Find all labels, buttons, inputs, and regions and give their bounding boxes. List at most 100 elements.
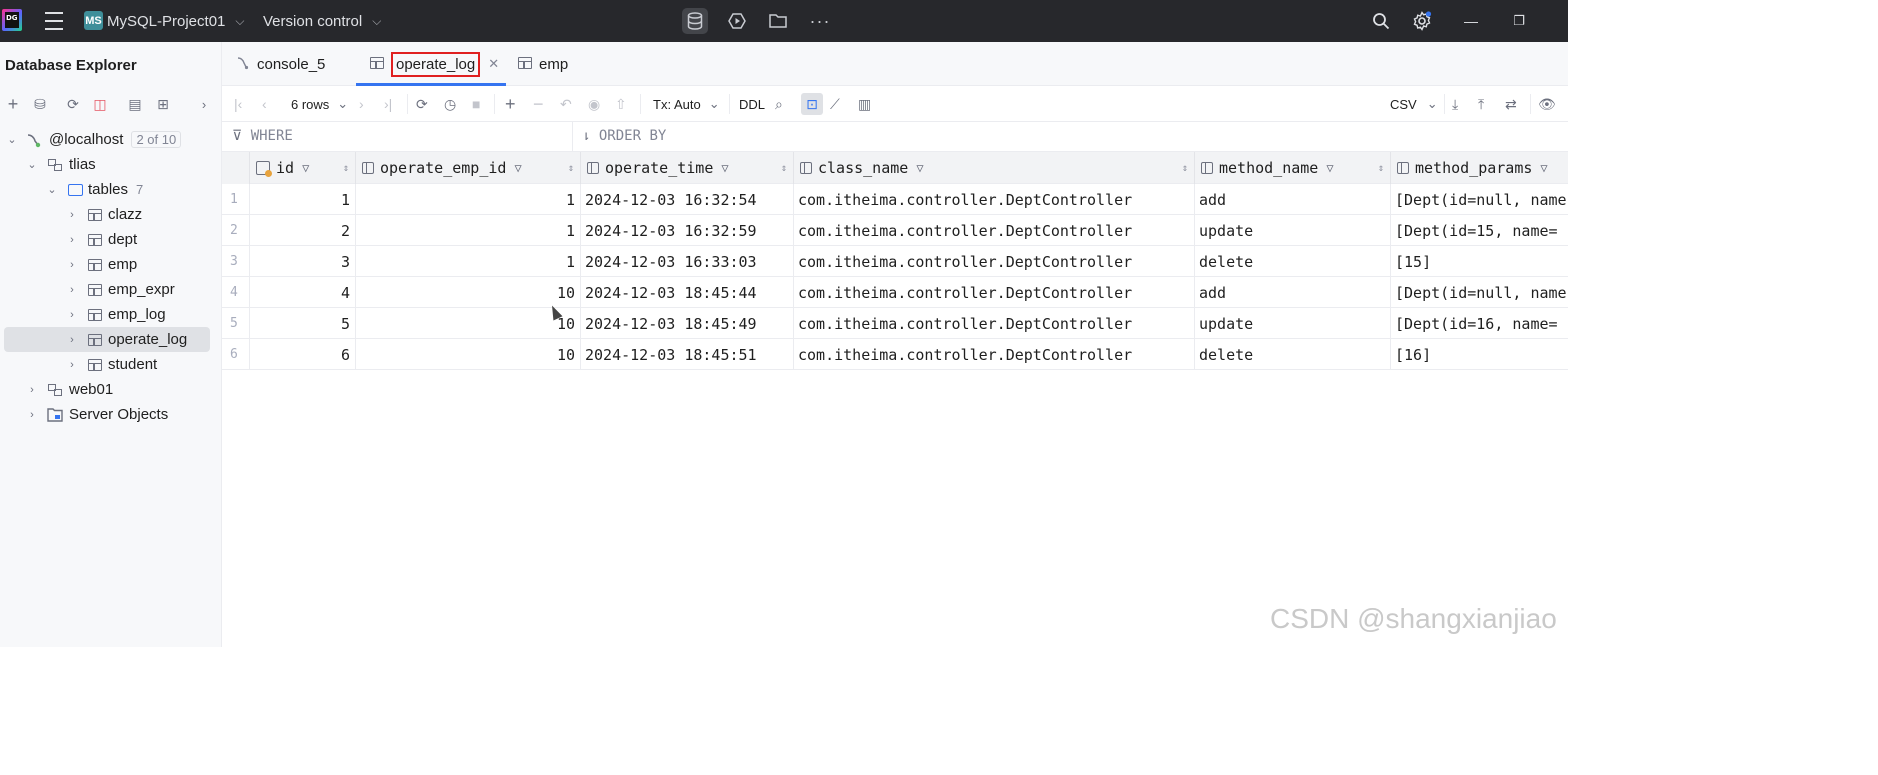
console-icon[interactable]: ▤ <box>125 94 145 114</box>
compare-icon[interactable]: ⇄ <box>1505 93 1517 115</box>
sort-icon[interactable]: ⇕ <box>343 163 349 174</box>
table-row[interactable]: 6 6 10 2024-12-03 18:45:51 com.itheima.c… <box>222 339 1568 370</box>
chevron-right-icon[interactable]: › <box>66 334 78 346</box>
minimize-icon[interactable]: — <box>1460 10 1482 32</box>
filter-view-icon[interactable]: ⊡ <box>801 93 823 115</box>
database-icon[interactable] <box>682 8 708 34</box>
cell-operate-time[interactable]: 2024-12-03 18:45:49 <box>581 308 794 339</box>
history-icon[interactable]: ◷ <box>444 93 456 115</box>
delete-row-icon[interactable]: − <box>533 93 544 115</box>
transpose-icon[interactable]: ▥ <box>858 93 871 115</box>
data-source-properties-icon[interactable]: ⛁ <box>30 94 50 114</box>
cell-operate-emp-id[interactable]: 1 <box>356 184 581 215</box>
sort-icon[interactable]: ⇕ <box>568 163 574 174</box>
upload-icon[interactable]: ⤒ <box>1478 93 1484 115</box>
refresh-icon[interactable]: ⟳ <box>63 94 83 114</box>
tab-operate-log[interactable]: operate_log ✕ <box>356 42 506 86</box>
ddl-button[interactable]: DDL <box>739 93 765 115</box>
next-page-icon[interactable]: › <box>359 93 364 115</box>
cell-operate-time[interactable]: 2024-12-03 18:45:51 <box>581 339 794 370</box>
cell-id[interactable]: 5 <box>250 308 356 339</box>
sort-icon[interactable]: ⇕ <box>781 163 787 174</box>
add-icon[interactable]: + <box>3 94 23 114</box>
tree-node-table[interactable]: › dept <box>4 227 210 252</box>
cell-class-name[interactable]: com.itheima.controller.DeptController <box>794 184 1195 215</box>
table-row[interactable]: 4 4 10 2024-12-03 18:45:44 com.itheima.c… <box>222 277 1568 308</box>
column-header-method-params[interactable]: method_params ▽ <box>1391 152 1568 184</box>
cell-method-params[interactable]: [16] <box>1391 339 1568 370</box>
cell-operate-emp-id[interactable]: 10 <box>356 339 581 370</box>
main-menu-icon[interactable] <box>43 0 65 42</box>
chevron-down-icon[interactable]: ⌄ <box>6 133 18 146</box>
cell-method-name[interactable]: update <box>1195 215 1391 246</box>
filter-funnel-icon[interactable]: ▽ <box>916 161 923 175</box>
project-badge[interactable]: MS <box>84 11 103 30</box>
cell-operate-time[interactable]: 2024-12-03 16:32:59 <box>581 215 794 246</box>
cell-method-params[interactable]: [Dept(id=null, name <box>1391 277 1568 308</box>
cell-class-name[interactable]: com.itheima.controller.DeptController <box>794 308 1195 339</box>
version-control-menu[interactable]: Version control ⌵ <box>263 0 381 42</box>
tree-node-table[interactable]: › emp <box>4 252 210 277</box>
previous-page-icon[interactable]: ‹ <box>262 93 267 115</box>
cell-class-name[interactable]: com.itheima.controller.DeptController <box>794 246 1195 277</box>
cell-method-name[interactable]: update <box>1195 308 1391 339</box>
tree-node-table[interactable]: › emp_log <box>4 302 210 327</box>
disconnect-icon[interactable]: ◫ <box>90 94 110 114</box>
filter-funnel-icon[interactable]: ▽ <box>302 161 309 175</box>
tree-node-tables[interactable]: ⌄ tables 7 <box>4 177 210 202</box>
column-header-method-name[interactable]: method_name ▽ ⇕ <box>1195 152 1391 184</box>
cell-class-name[interactable]: com.itheima.controller.DeptController <box>794 215 1195 246</box>
export-format-selector[interactable]: CSV ⌄ <box>1390 93 1438 115</box>
cell-class-name[interactable]: com.itheima.controller.DeptController <box>794 339 1195 370</box>
column-header-operate-emp-id[interactable]: operate_emp_id ▽ ⇕ <box>356 152 581 184</box>
tree-node-server-objects[interactable]: › Server Objects <box>4 402 210 427</box>
search-icon[interactable]: ⌕ <box>775 93 783 115</box>
tree-node-table[interactable]: › clazz <box>4 202 210 227</box>
cell-id[interactable]: 4 <box>250 277 356 308</box>
chevron-right-icon[interactable]: › <box>194 94 214 114</box>
table-view-icon[interactable]: ⊞ <box>153 94 173 114</box>
chevron-right-icon[interactable]: › <box>26 409 38 421</box>
settings-gear-icon[interactable] <box>1411 10 1433 32</box>
tree-node-localhost[interactable]: ⌄ @localhost 2 of 10 <box>4 127 210 152</box>
table-row[interactable]: 3 3 1 2024-12-03 16:33:03 com.itheima.co… <box>222 246 1568 277</box>
filter-funnel-icon[interactable]: ▽ <box>514 161 521 175</box>
cell-method-name[interactable]: delete <box>1195 339 1391 370</box>
more-icon[interactable]: ··· <box>807 8 833 34</box>
table-row[interactable]: 2 2 1 2024-12-03 16:32:59 com.itheima.co… <box>222 215 1568 246</box>
cell-class-name[interactable]: com.itheima.controller.DeptController <box>794 277 1195 308</box>
tree-node-tlias[interactable]: ⌄ tlias <box>4 152 210 177</box>
filter-funnel-icon[interactable]: ▽ <box>1326 161 1333 175</box>
cell-operate-emp-id[interactable]: 1 <box>356 246 581 277</box>
tab-emp[interactable]: emp <box>518 42 568 86</box>
table-row[interactable]: 1 1 1 2024-12-03 16:32:54 com.itheima.co… <box>222 184 1568 215</box>
chevron-right-icon[interactable]: › <box>66 259 78 271</box>
cell-method-params[interactable]: [Dept(id=16, name= <box>1391 308 1568 339</box>
tree-node-table[interactable]: › emp_expr <box>4 277 210 302</box>
filter-funnel-icon[interactable]: ▽ <box>1540 161 1547 175</box>
chevron-right-icon[interactable]: › <box>26 384 38 396</box>
column-header-operate-time[interactable]: operate_time ▽ ⇕ <box>581 152 794 184</box>
sort-icon[interactable]: ⇕ <box>1378 163 1384 174</box>
download-icon[interactable]: ⤓ <box>1452 93 1458 115</box>
cell-id[interactable]: 3 <box>250 246 356 277</box>
cell-operate-emp-id[interactable]: 10 <box>356 277 581 308</box>
last-page-icon[interactable]: ›| <box>384 93 392 115</box>
reload-icon[interactable]: ⟳ <box>416 93 428 115</box>
cell-operate-time[interactable]: 2024-12-03 16:33:03 <box>581 246 794 277</box>
cell-operate-emp-id[interactable]: 1 <box>356 215 581 246</box>
cell-id[interactable]: 6 <box>250 339 356 370</box>
search-icon[interactable] <box>1370 10 1392 32</box>
revert-icon[interactable]: ↶ <box>560 93 572 115</box>
chevron-down-icon[interactable]: ⌄ <box>46 183 58 196</box>
cell-operate-time[interactable]: 2024-12-03 16:32:54 <box>581 184 794 215</box>
submit-icon[interactable]: ⇧ <box>615 93 627 115</box>
cell-method-params[interactable]: [Dept(id=null, name <box>1391 184 1568 215</box>
stop-icon[interactable]: ■ <box>472 93 480 115</box>
add-row-icon[interactable]: + <box>505 93 516 115</box>
cell-operate-time[interactable]: 2024-12-03 18:45:44 <box>581 277 794 308</box>
project-selector[interactable]: MySQL-Project01 ⌵ <box>107 0 244 42</box>
view-icon[interactable]: 👁 <box>1538 93 1556 115</box>
cell-method-params[interactable]: [15] <box>1391 246 1568 277</box>
tree-node-table-selected[interactable]: › operate_log <box>4 327 210 352</box>
